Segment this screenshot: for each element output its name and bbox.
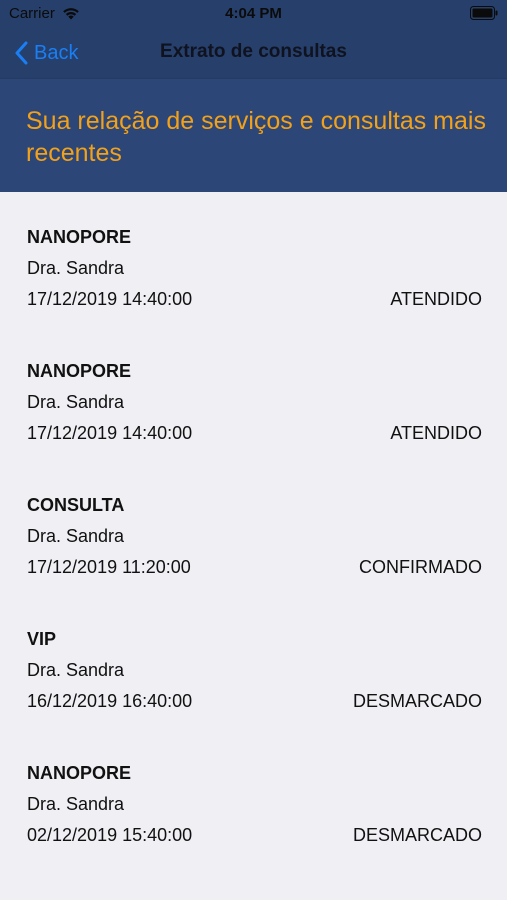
list-item[interactable]: CONSULTA Dra. Sandra 17/12/2019 11:20:00… — [0, 460, 507, 594]
battery-icon — [470, 6, 498, 20]
appointment-datetime: 02/12/2019 15:40:00 — [27, 825, 193, 845]
service-name: NANOPORE — [27, 227, 132, 247]
appointment-datetime: 17/12/2019 14:40:00 — [27, 289, 193, 309]
doctor-name: Dra. Sandra — [27, 392, 125, 412]
header-banner: Sua relação de serviços e consultas mais… — [0, 79, 507, 192]
appointment-datetime: 17/12/2019 11:20:00 — [27, 557, 191, 577]
doctor-name: Dra. Sandra — [27, 794, 125, 814]
list-item[interactable]: NANOPORE Dra. Sandra 17/12/2019 14:40:00… — [0, 326, 507, 460]
status-label: DESMARCADO — [352, 691, 482, 711]
appointment-datetime: 16/12/2019 16:40:00 — [27, 691, 193, 711]
service-name: VIP — [27, 629, 57, 649]
header-subtitle: Sua relação de serviços e consultas mais… — [26, 107, 486, 167]
list-item[interactable]: NANOPORE Dra. Sandra 02/12/2019 15:40:00… — [0, 728, 507, 862]
status-label: ATENDIDO — [390, 423, 482, 443]
status-bar: Carrier 4:04 PM — [0, 0, 507, 28]
list-item[interactable]: NANOPORE Dra. Sandra 17/12/2019 14:40:00… — [0, 192, 507, 326]
status-label: DESMARCADO — [352, 825, 482, 845]
appointments-list[interactable]: NANOPORE Dra. Sandra 17/12/2019 14:40:00… — [0, 192, 507, 900]
page-title: Extrato de consultas — [160, 41, 347, 62]
appointment-datetime: 17/12/2019 14:40:00 — [27, 423, 193, 443]
list-item[interactable]: VIP Dra. Sandra 16/12/2019 16:40:00 DESM… — [0, 594, 507, 728]
status-label: CONFIRMADO — [359, 557, 482, 577]
doctor-name: Dra. Sandra — [27, 526, 125, 546]
status-label: ATENDIDO — [390, 289, 482, 309]
service-name: NANOPORE — [27, 361, 132, 381]
navigation-bar: Back Extrato de consultas — [0, 28, 507, 78]
clock-time: 4:04 PM — [225, 5, 282, 22]
service-name: CONSULTA — [27, 495, 125, 515]
doctor-name: Dra. Sandra — [27, 660, 125, 680]
service-name: NANOPORE — [27, 763, 132, 783]
doctor-name: Dra. Sandra — [27, 258, 125, 278]
